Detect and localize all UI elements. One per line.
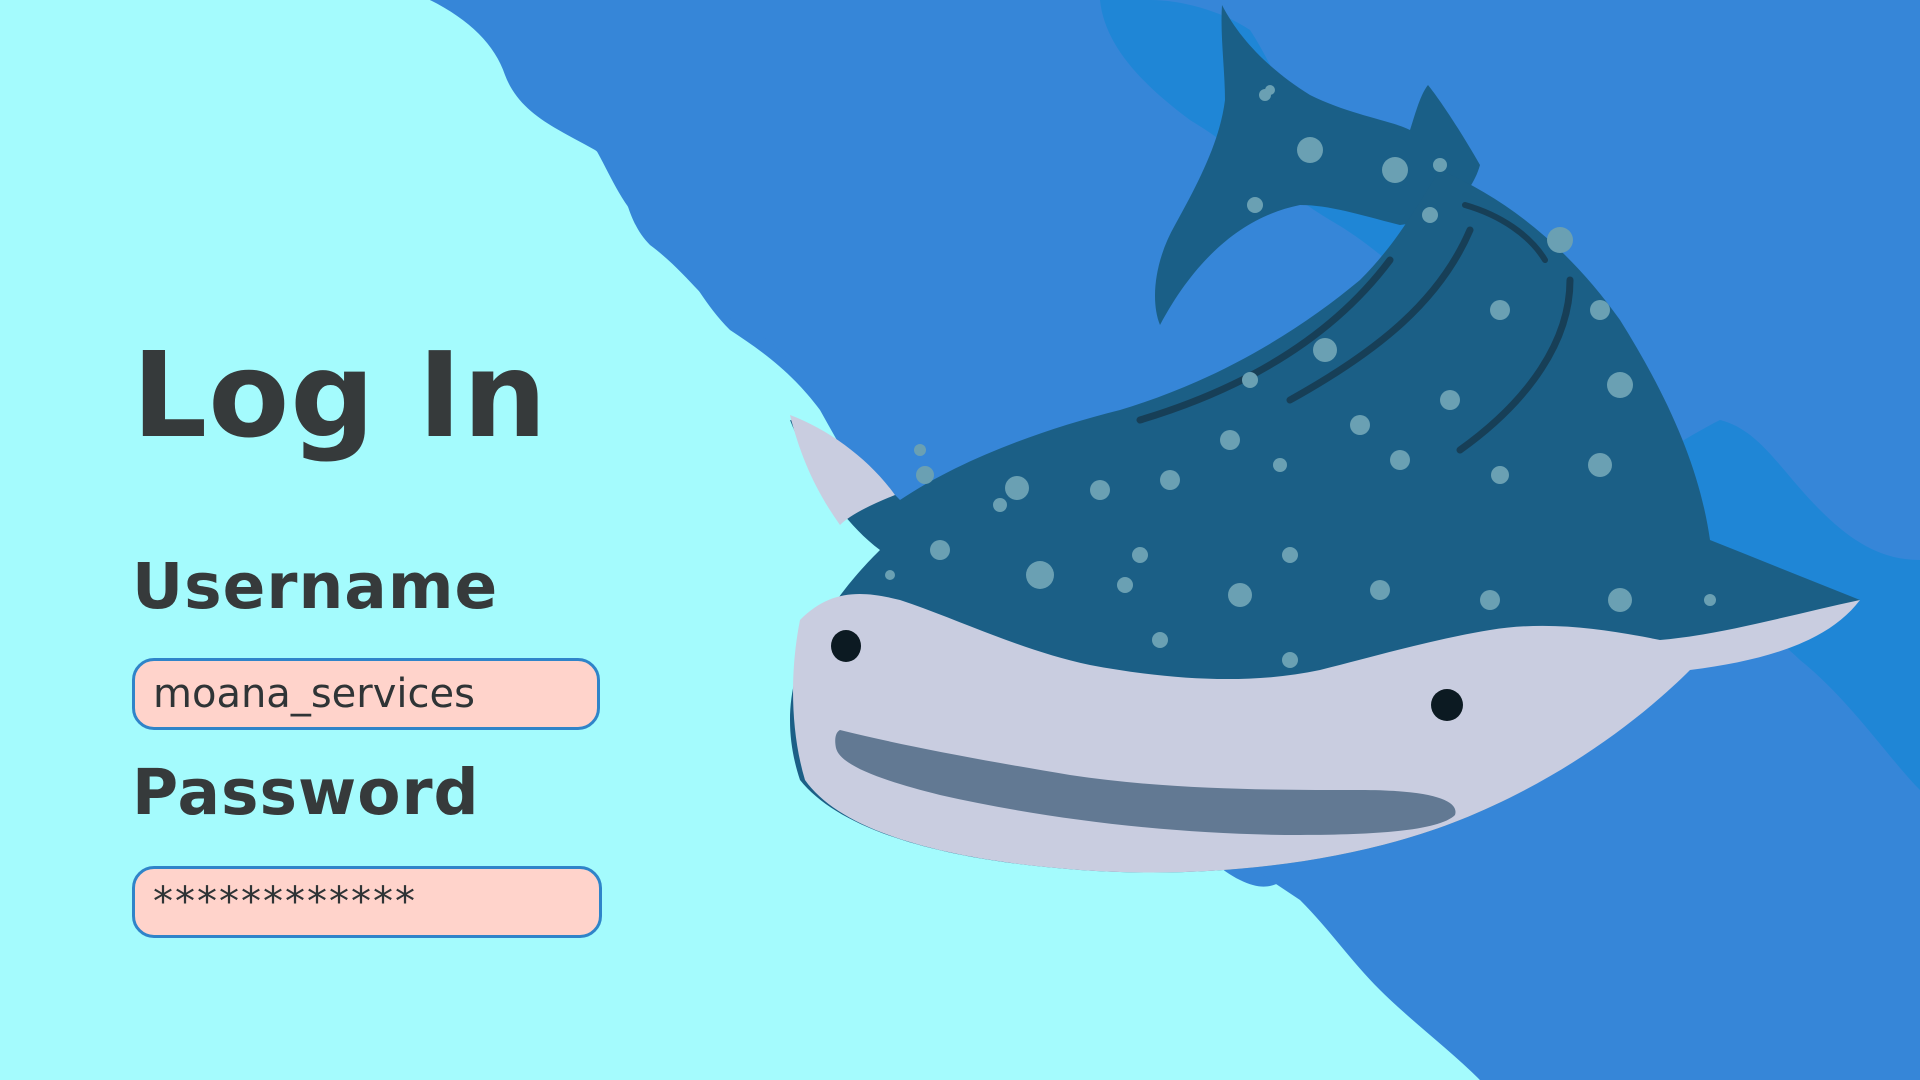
username-input[interactable] — [132, 658, 600, 730]
password-input[interactable] — [132, 866, 602, 938]
page-title: Log In — [132, 326, 548, 464]
whale-shark-right-eye — [1431, 689, 1463, 721]
login-screen: Log In Username Password — [0, 0, 1920, 1080]
login-form: Log In Username Password — [132, 326, 692, 938]
whale-shark-left-eye — [831, 630, 861, 662]
password-label: Password — [132, 756, 480, 829]
username-label: Username — [132, 550, 499, 623]
